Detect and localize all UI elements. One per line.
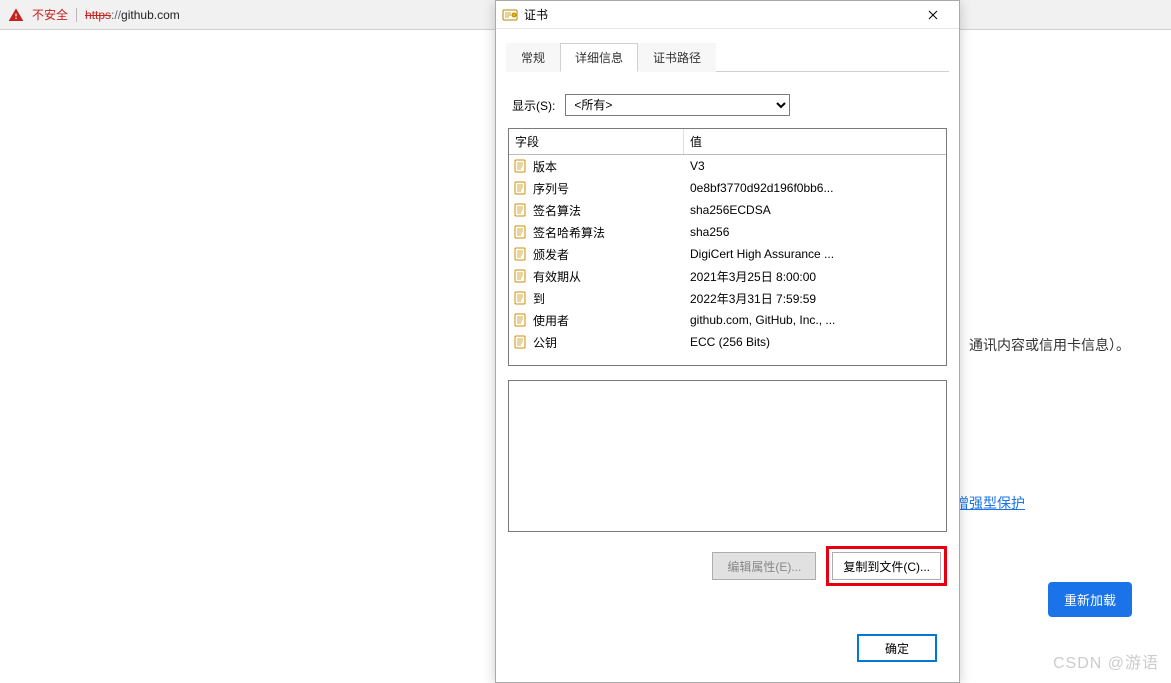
row-value: DigiCert High Assurance ... [684,247,946,261]
table-row[interactable]: 颁发者DigiCert High Assurance ... [509,243,946,265]
ok-button[interactable]: 确定 [857,634,937,662]
row-field: 公钥 [533,334,684,351]
table-row[interactable]: 到2022年3月31日 7:59:59 [509,287,946,309]
row-field: 颁发者 [533,246,684,263]
row-field: 签名算法 [533,202,684,219]
url-sep: :// [111,8,121,22]
header-value[interactable]: 值 [684,129,946,154]
certificate-icon [502,7,518,23]
row-value: sha256ECDSA [684,203,946,217]
row-field: 使用者 [533,312,684,329]
row-field: 签名哈希算法 [533,224,684,241]
not-secure-label: 不安全 [32,6,68,23]
list-header: 字段 值 [509,129,946,155]
tab-general[interactable]: 常规 [506,43,560,72]
row-field: 有效期从 [533,268,684,285]
background-partial-text: 、通讯内容或信用卡信息）。 [955,335,1130,355]
field-icon [513,180,529,196]
fields-list[interactable]: 字段 值 版本V3序列号0e8bf3770d92d196f0bb6...签名算法… [508,128,947,366]
url-protocol: https [85,8,111,22]
show-label: 显示(S): [512,97,555,114]
url-host: github.com [121,8,180,22]
divider [76,8,77,22]
table-row[interactable]: 有效期从2021年3月25日 8:00:00 [509,265,946,287]
table-row[interactable]: 使用者github.com, GitHub, Inc., ... [509,309,946,331]
url-display[interactable]: https://github.com [85,8,180,22]
detail-textbox[interactable] [508,380,947,532]
table-row[interactable]: 签名算法sha256ECDSA [509,199,946,221]
row-value: github.com, GitHub, Inc., ... [684,313,946,327]
highlight-frame: 复制到文件(C)... [826,546,947,586]
watermark: CSDN @游语 [1053,649,1159,673]
field-icon [513,202,529,218]
dialog-title: 证书 [524,6,913,23]
row-value: sha256 [684,225,946,239]
close-button[interactable] [913,3,953,27]
warning-icon [8,7,24,23]
field-icon [513,246,529,262]
field-icon [513,334,529,350]
row-field: 序列号 [533,180,684,197]
tab-cert-path[interactable]: 证书路径 [638,43,716,72]
tab-strip: 常规 详细信息 证书路径 [506,43,949,72]
row-value: V3 [684,159,946,173]
row-field: 到 [533,290,684,307]
field-icon [513,290,529,306]
field-icon [513,158,529,174]
table-row[interactable]: 公钥ECC (256 Bits) [509,331,946,353]
field-icon [513,312,529,328]
field-icon [513,224,529,240]
certificate-dialog: 证书 常规 详细信息 证书路径 显示(S): <所有> 字段 值 版本V3序列号… [495,0,960,683]
table-row[interactable]: 序列号0e8bf3770d92d196f0bb6... [509,177,946,199]
copy-to-file-button[interactable]: 复制到文件(C)... [832,552,941,580]
row-value: 0e8bf3770d92d196f0bb6... [684,181,946,195]
row-value: 2021年3月25日 8:00:00 [684,268,946,285]
show-select[interactable]: <所有> [565,94,790,116]
row-value: 2022年3月31日 7:59:59 [684,290,946,307]
table-row[interactable]: 签名哈希算法sha256 [509,221,946,243]
edit-properties-button: 编辑属性(E)... [712,552,816,580]
enhanced-protection-link[interactable]: 增强型保护 [955,493,1025,513]
dialog-titlebar[interactable]: 证书 [496,1,959,29]
field-icon [513,268,529,284]
reload-button[interactable]: 重新加载 [1048,582,1132,617]
header-field[interactable]: 字段 [509,129,684,154]
table-row[interactable]: 版本V3 [509,155,946,177]
row-field: 版本 [533,158,684,175]
tab-details[interactable]: 详细信息 [560,43,638,72]
row-value: ECC (256 Bits) [684,335,946,349]
